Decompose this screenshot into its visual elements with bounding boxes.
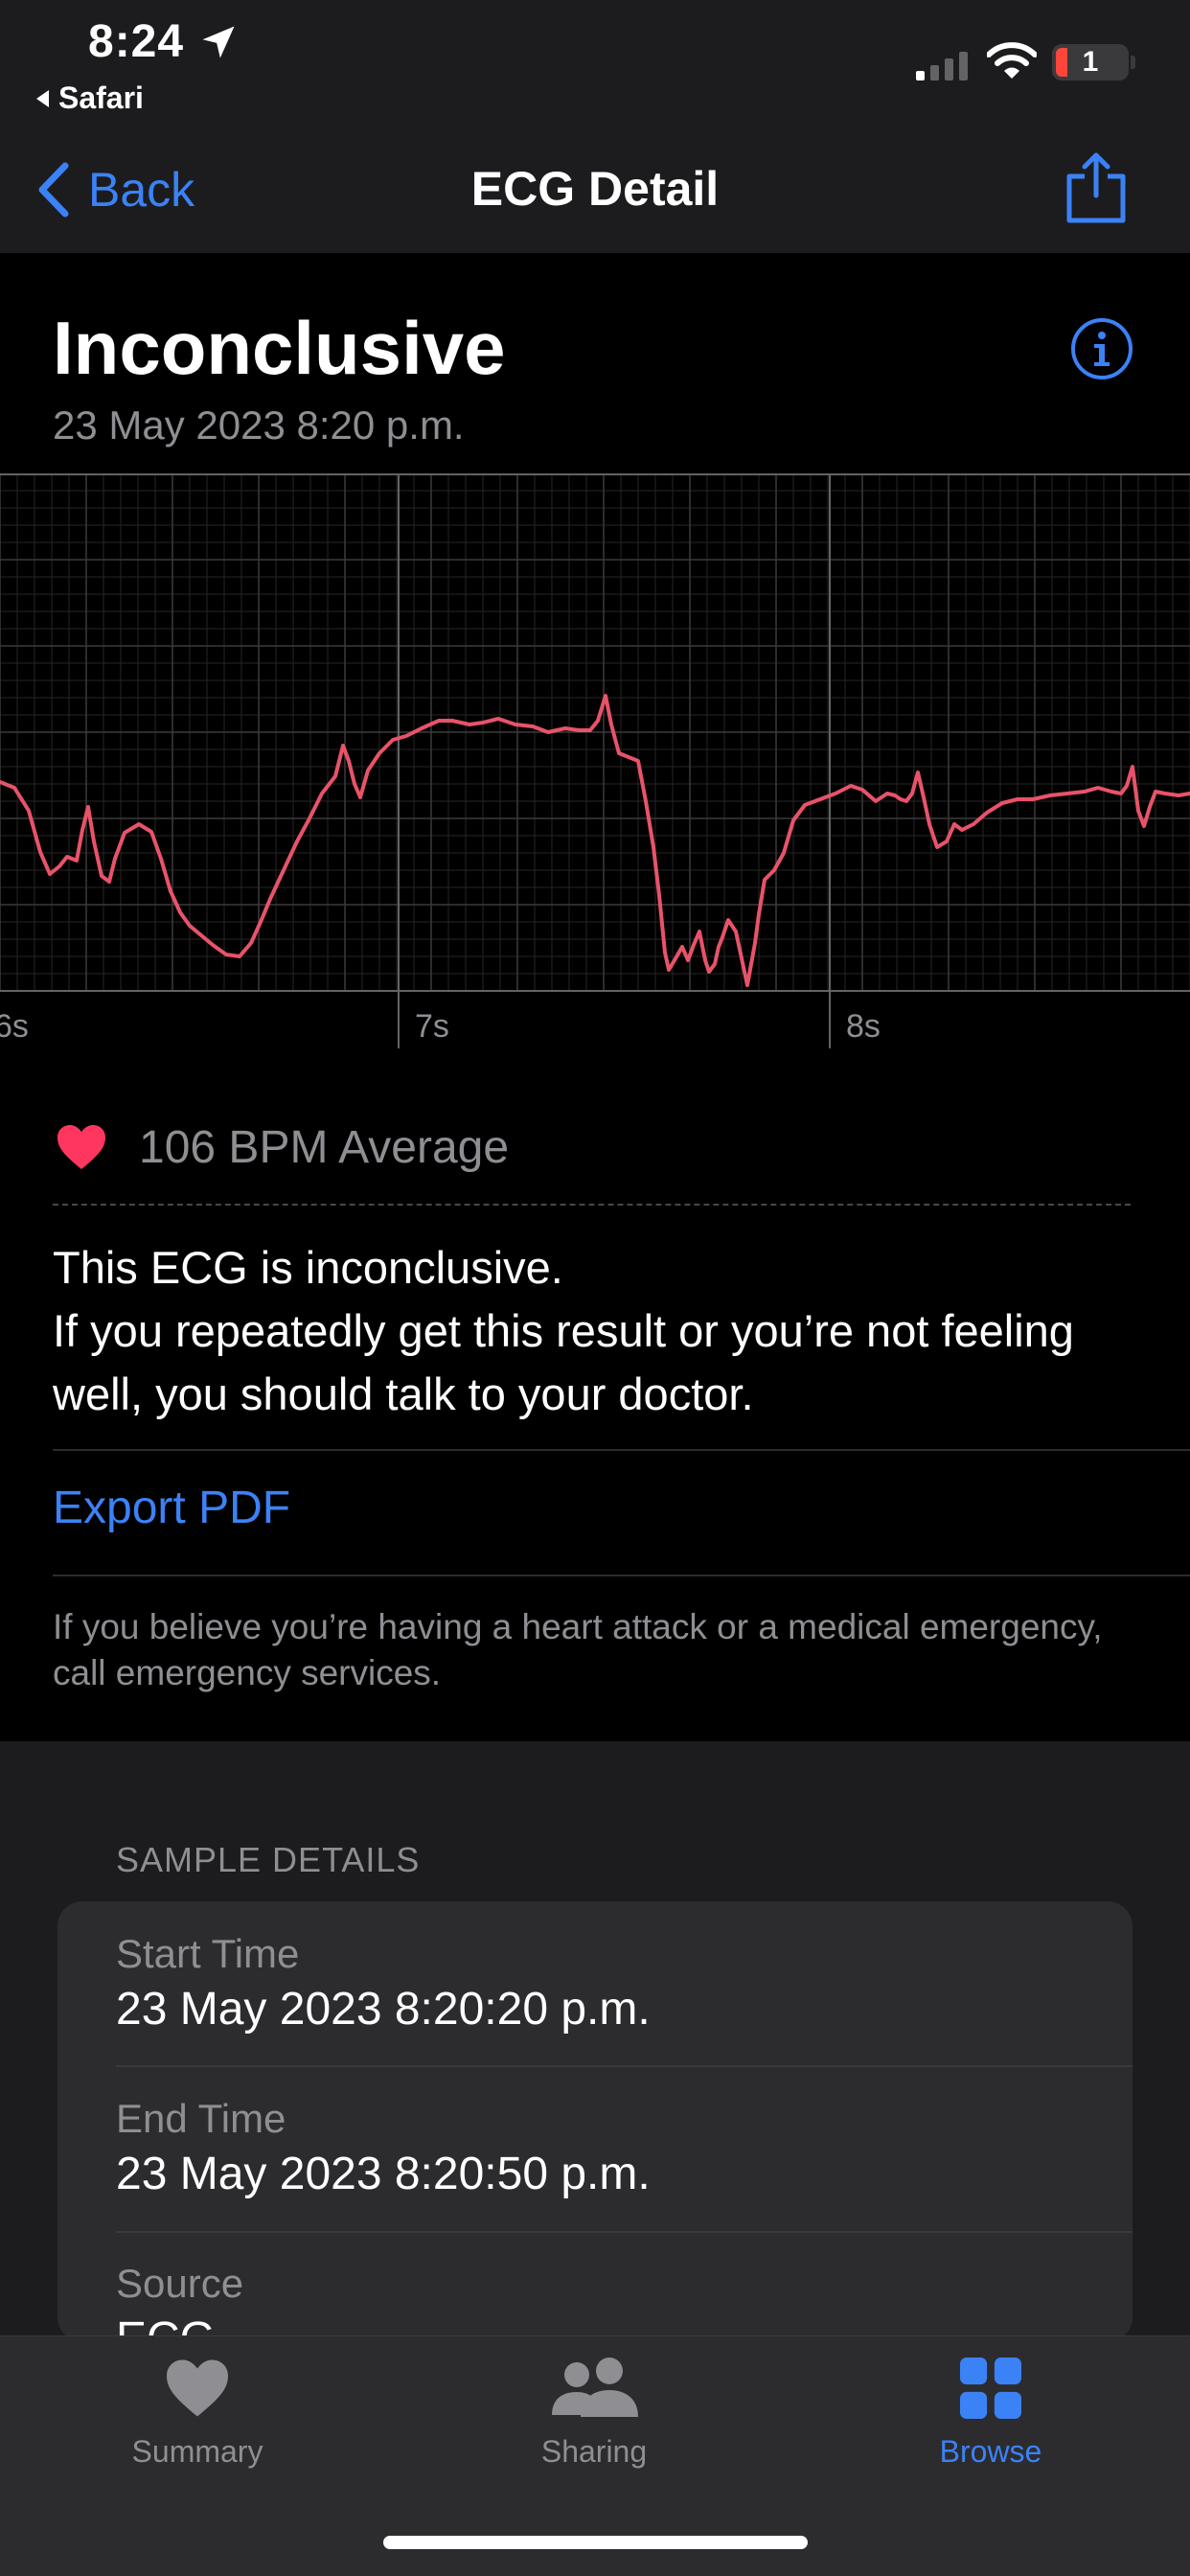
cellular-signal-icon (916, 52, 968, 80)
row-divider (116, 2065, 1133, 2067)
wifi-icon (987, 42, 1037, 79)
row-divider (116, 2231, 1133, 2233)
tab-label: Browse (939, 2434, 1042, 2469)
result-message-line1: This ECG is inconclusive. (53, 1242, 563, 1293)
divider (53, 1449, 1190, 1451)
detail-row-start-time: Start Time 23 May 2023 8:20:20 p.m. (116, 1928, 1133, 2039)
detail-label: Source (116, 2261, 244, 2306)
location-arrow-icon (202, 26, 235, 58)
heart-icon (57, 1125, 105, 1169)
recording-date: 23 May 2023 8:20 p.m. (53, 402, 465, 448)
tab-sharing[interactable]: Sharing (469, 2358, 719, 2470)
tab-label: Summary (131, 2434, 263, 2469)
time-label-8s: 8s (846, 1008, 881, 1045)
result-message-line2: If you repeatedly get this result or you… (53, 1305, 1074, 1419)
tab-summary[interactable]: Summary (73, 2358, 322, 2470)
detail-row-source: Source ECG (116, 2258, 1133, 2342)
detail-label: Start Time (116, 1931, 300, 1976)
battery-indicator: 1 (1052, 44, 1129, 80)
detail-label: End Time (116, 2096, 286, 2141)
average-bpm: 106 BPM Average (139, 1122, 510, 1173)
share-icon[interactable] (1064, 151, 1129, 224)
info-icon[interactable] (1069, 316, 1134, 381)
ecg-trace (0, 694, 1190, 987)
result-message: This ECG is inconclusive. If you repeate… (53, 1236, 1164, 1426)
export-pdf-button[interactable]: Export PDF (53, 1482, 290, 1534)
time-label-7s: 7s (415, 1008, 449, 1045)
dashed-divider (53, 1204, 1131, 1206)
nav-title: ECG Detail (470, 162, 720, 216)
page-title: Inconclusive (53, 306, 506, 390)
sample-details-card: Start Time 23 May 2023 8:20:20 p.m. End … (57, 1901, 1133, 2342)
status-time: 8:24 (88, 16, 185, 67)
home-indicator[interactable] (383, 2536, 808, 2549)
time-label-6s: 6s (0, 1008, 29, 1045)
detail-value: 23 May 2023 8:20:50 p.m. (116, 2149, 651, 2199)
back-to-safari[interactable]: Safari (36, 80, 144, 116)
ecg-waveform-chart: 6s 7s 8s (0, 473, 1190, 1048)
tab-browse[interactable]: Browse (866, 2358, 1115, 2470)
battery-percent: 1 (1082, 46, 1099, 78)
detail-value: 23 May 2023 8:20:20 p.m. (116, 1984, 651, 2035)
heart-icon (167, 2359, 228, 2417)
emergency-note: If you believe you’re having a heart att… (53, 1607, 1103, 1692)
people-icon (552, 2358, 638, 2417)
grid-icon (960, 2358, 1021, 2419)
back-triangle-icon (36, 89, 49, 107)
sample-details-heading: SAMPLE DETAILS (116, 1840, 421, 1879)
back-app-label: Safari (58, 80, 144, 115)
divider (53, 1575, 1190, 1576)
detail-row-end-time: End Time 23 May 2023 8:20:50 p.m. (116, 2093, 1133, 2204)
tab-label: Sharing (540, 2434, 648, 2469)
battery-tip (1131, 56, 1135, 69)
